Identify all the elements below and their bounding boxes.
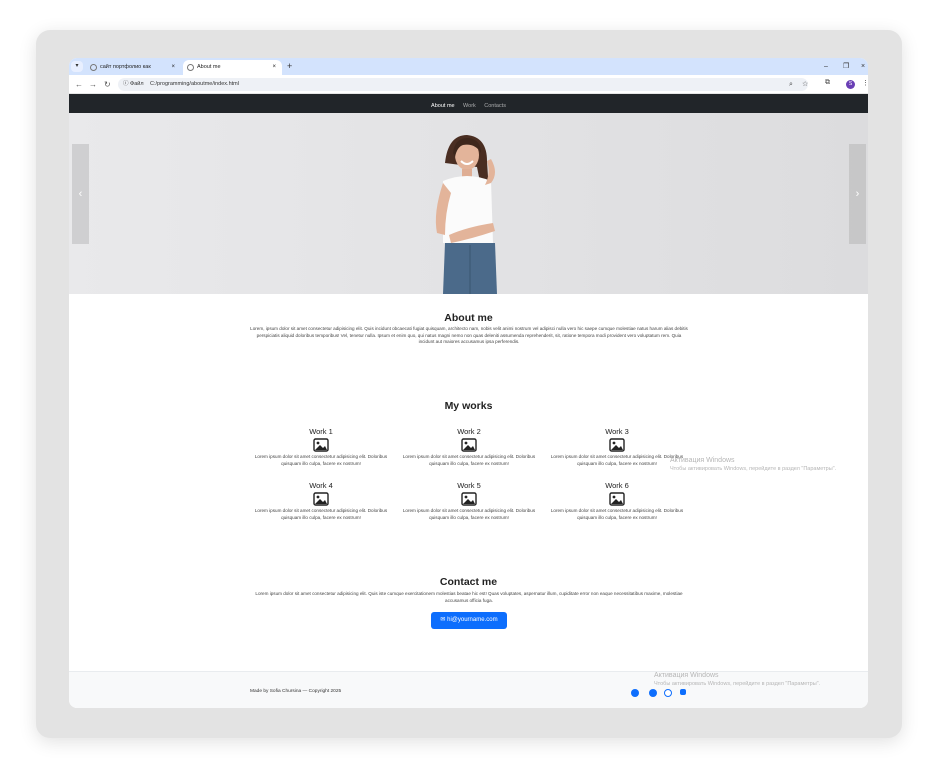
url-text[interactable]: C:/programming/aboutme/index.html bbox=[150, 80, 239, 89]
work-title: Work 5 bbox=[457, 481, 481, 490]
windows-activation-watermark: Активация Windows Чтобы активировать Win… bbox=[670, 456, 836, 474]
profile-avatar[interactable]: S bbox=[846, 80, 855, 89]
browser-window: ▾ сайт портфолио как сверстать... × Abou… bbox=[69, 58, 868, 708]
hero-carousel: ‹ › bbox=[69, 113, 868, 294]
about-section-title: About me bbox=[444, 312, 493, 324]
about-section-text: Lorem, ipsum dolor sit amet consectetur … bbox=[250, 326, 688, 344]
work-card[interactable]: Work 2 Lorem ipsum dolor sit amet consec… bbox=[395, 427, 543, 467]
work-description: Lorem ipsum dolor sit amet consectetur a… bbox=[402, 454, 536, 466]
work-title: Work 3 bbox=[605, 427, 629, 436]
image-placeholder-icon bbox=[313, 438, 329, 452]
tab-search-button[interactable]: ▾ bbox=[71, 61, 83, 72]
image-placeholder-icon bbox=[609, 492, 625, 506]
email-label: hi@yourname.com bbox=[447, 617, 498, 623]
email-button[interactable]: ✉ hi@yourname.com bbox=[431, 612, 507, 629]
restore-button[interactable]: ❐ bbox=[843, 60, 849, 73]
work-card[interactable]: Work 6 Lorem ipsum dolor sit amet consec… bbox=[543, 481, 691, 521]
envelope-icon: ✉ bbox=[440, 617, 446, 623]
whatsapp-icon[interactable] bbox=[664, 689, 672, 697]
tab-google-search[interactable]: сайт портфолио как сверстать... × bbox=[86, 60, 181, 85]
watermark-text: Чтобы активировать Windows, перейдите в … bbox=[670, 466, 837, 472]
site-info-chip[interactable]: ⓘ Файл bbox=[123, 80, 144, 89]
contact-section-text: Lorem ipsum dolor sit amet consectetur a… bbox=[255, 591, 683, 603]
work-description: Lorem ipsum dolor sit amet consectetur a… bbox=[254, 508, 388, 520]
work-description: Lorem ipsum dolor sit amet consectetur a… bbox=[402, 508, 536, 520]
work-card[interactable]: Work 1 Lorem ipsum dolor sit amet consec… bbox=[247, 427, 395, 467]
forward-arrow-icon[interactable]: → bbox=[89, 79, 97, 90]
close-tab-icon[interactable]: × bbox=[272, 60, 276, 75]
tab-title: About me bbox=[197, 64, 221, 70]
windows-activation-watermark-footer: Активация Windows Чтобы активировать Win… bbox=[654, 671, 820, 689]
bookmark-star-icon[interactable]: ☆ bbox=[802, 79, 808, 90]
image-placeholder-icon bbox=[461, 438, 477, 452]
work-description: Lorem ipsum dolor sit amet consectetur a… bbox=[550, 508, 684, 520]
works-section-title: My works bbox=[444, 400, 493, 412]
address-bar[interactable]: ⓘ Файл C:/programming/aboutme/index.html… bbox=[118, 78, 808, 91]
carousel-prev-button[interactable]: ‹ bbox=[72, 144, 89, 244]
work-title: Work 4 bbox=[309, 481, 333, 490]
globe-favicon-icon bbox=[187, 64, 194, 71]
contact-section-title: Contact me bbox=[439, 576, 498, 588]
twitter-icon[interactable] bbox=[680, 689, 686, 695]
image-placeholder-icon bbox=[609, 438, 625, 452]
zoom-icon[interactable]: ⌕ bbox=[789, 79, 793, 90]
watermark-title: Активация Windows bbox=[654, 672, 719, 679]
extensions-puzzle-icon[interactable]: ⧉ bbox=[825, 79, 830, 87]
work-card[interactable]: Work 3 Lorem ipsum dolor sit amet consec… bbox=[543, 427, 691, 467]
work-title: Work 1 bbox=[309, 427, 333, 436]
work-description: Lorem ipsum dolor sit amet consectetur a… bbox=[254, 454, 388, 466]
reload-icon[interactable]: ↻ bbox=[104, 79, 111, 90]
new-tab-button[interactable]: + bbox=[287, 60, 292, 73]
security-label: Файл bbox=[130, 81, 144, 87]
work-title: Work 6 bbox=[605, 481, 629, 490]
hero-portrait-image bbox=[435, 135, 497, 294]
close-window-button[interactable]: × bbox=[861, 60, 865, 73]
site-navbar: About me Work Contacts bbox=[69, 94, 868, 113]
close-tab-icon[interactable]: × bbox=[171, 60, 175, 75]
back-arrow-icon[interactable]: ← bbox=[75, 79, 83, 90]
browser-toolbar: ← → ↻ ⓘ Файл C:/programming/aboutme/inde… bbox=[69, 75, 868, 94]
watermark-title: Активация Windows bbox=[670, 457, 735, 464]
tab-about-me[interactable]: About me × bbox=[183, 60, 282, 75]
google-favicon-icon bbox=[90, 64, 97, 71]
image-placeholder-icon bbox=[461, 492, 477, 506]
tab-bar: ▾ сайт портфолио как сверстать... × Abou… bbox=[69, 58, 868, 85]
watermark-text: Чтобы активировать Windows, перейдите в … bbox=[654, 681, 821, 687]
work-card[interactable]: Work 4 Lorem ipsum dolor sit amet consec… bbox=[247, 481, 395, 521]
carousel-next-button[interactable]: › bbox=[849, 144, 866, 244]
browser-menu-icon[interactable]: ⋮ bbox=[862, 79, 868, 87]
telegram-icon[interactable] bbox=[631, 689, 639, 697]
image-placeholder-icon bbox=[313, 492, 329, 506]
facebook-icon[interactable] bbox=[649, 689, 657, 697]
minimize-button[interactable]: – bbox=[824, 60, 828, 73]
work-description: Lorem ipsum dolor sit amet consectetur a… bbox=[550, 454, 684, 466]
footer-copyright: Made by Sofia Chursina — Copyright 2025 bbox=[250, 689, 342, 694]
work-card[interactable]: Work 5 Lorem ipsum dolor sit amet consec… bbox=[395, 481, 543, 521]
work-title: Work 2 bbox=[457, 427, 481, 436]
